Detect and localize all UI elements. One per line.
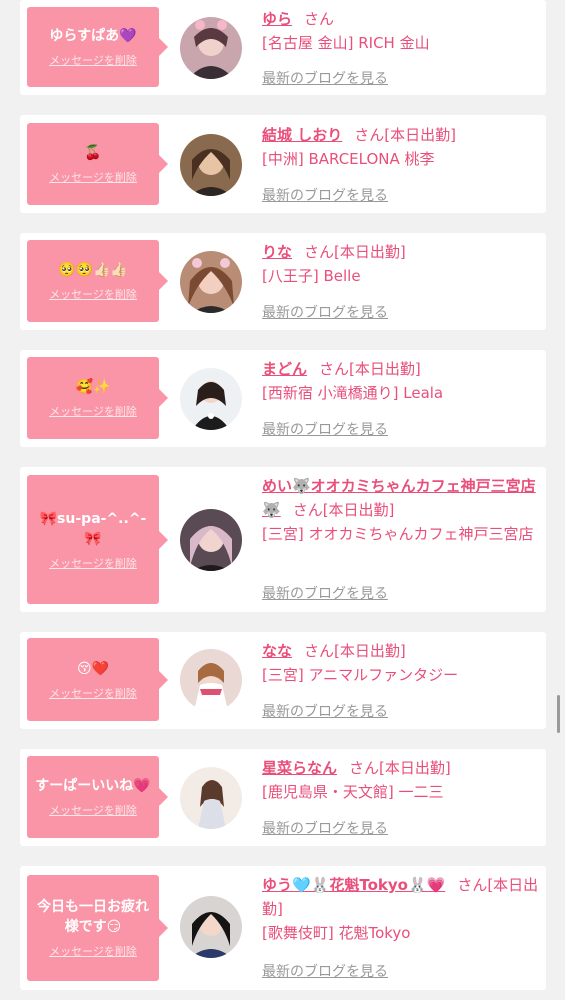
profile-info: なな さん[本日出勤] [三宮] アニマルファンタジー	[262, 639, 540, 687]
message-card: ゆらすぱあ💜 メッセージを削除 ゆら さん [名古屋 金山] RICH 金山 最新…	[20, 0, 546, 95]
message-text: すーぱーいいね💗	[35, 778, 151, 794]
delete-message-link[interactable]: メッセージを削除	[49, 802, 137, 818]
message-card: 🥰✨ メッセージを削除 まどん さん[本日出勤] [西新宿 小滝橋通り] Leal…	[20, 350, 546, 447]
message-card: すーぱーいいね💗 メッセージを削除 星菜らなん さん[本日出勤] [鹿児島県・天文…	[20, 749, 546, 846]
profile-info: ゆら さん [名古屋 金山] RICH 金山	[262, 7, 540, 55]
message-text: 🥰✨	[75, 379, 111, 395]
profile-name-link[interactable]: 結城 しおり	[262, 126, 342, 144]
scrollbar[interactable]	[557, 695, 560, 733]
latest-blog-link[interactable]: 最新のブログを見る	[262, 419, 388, 439]
message-text: 🥺🥺👍🏻👍🏻	[58, 262, 128, 278]
profile-name-link[interactable]: なな	[262, 642, 292, 660]
latest-blog-link[interactable]: 最新のブログを見る	[262, 961, 388, 981]
profile-info: まどん さん[本日出勤] [西新宿 小滝橋通り] Leala	[262, 357, 540, 405]
name-suffix: さん[本日出勤]	[354, 126, 456, 144]
message-card: 😚❤️ メッセージを削除 なな さん[本日出勤] [三宮] アニマルファンタジー …	[20, 632, 546, 729]
profile-name-link[interactable]: りな	[262, 243, 292, 261]
latest-blog-link[interactable]: 最新のブログを見る	[262, 701, 388, 721]
shop-info: [中洲] BARCELONA 桃李	[262, 150, 435, 168]
avatar[interactable]	[180, 509, 242, 571]
profile-name-link[interactable]: ゆう🩵🐰花魁Tokyo🐰💗	[262, 876, 445, 894]
profile-name-link[interactable]: まどん	[262, 360, 307, 378]
profile-info: 結城 しおり さん[本日出勤] [中洲] BARCELONA 桃李	[262, 123, 540, 171]
message-card: 🥺🥺👍🏻👍🏻 メッセージを削除 りな さん[本日出勤] [八王子] Belle 最…	[20, 233, 546, 330]
name-suffix: さん[本日出勤]	[292, 501, 395, 519]
name-suffix: さん[本日出勤]	[304, 243, 406, 261]
name-suffix: さん[本日出勤]	[349, 759, 451, 777]
latest-blog-link[interactable]: 最新のブログを見る	[262, 185, 388, 205]
avatar[interactable]	[180, 17, 242, 79]
avatar[interactable]	[180, 368, 242, 430]
profile-info: りな さん[本日出勤] [八王子] Belle	[262, 240, 540, 288]
shop-info: [三宮] アニマルファンタジー	[262, 666, 459, 684]
avatar[interactable]	[180, 251, 242, 313]
avatar[interactable]	[180, 649, 242, 711]
shop-info: [鹿児島県・天文館] 一二三	[262, 783, 444, 801]
shop-info: [名古屋 金山] RICH 金山	[262, 34, 430, 52]
profile-name-link[interactable]: ゆら	[262, 10, 292, 28]
delete-message-link[interactable]: メッセージを削除	[49, 286, 137, 302]
message-bubble: すーぱーいいね💗 メッセージを削除	[27, 756, 168, 838]
profile-info: 星菜らなん さん[本日出勤] [鹿児島県・天文館] 一二三	[262, 756, 540, 804]
name-suffix: さん[本日出勤]	[304, 642, 406, 660]
profile-info: めい🐺オオカミちゃんカフェ神戸三宮店🐺 さん[本日出勤] [三宮] オオカミちゃん…	[262, 474, 542, 546]
delete-message-link[interactable]: メッセージを削除	[49, 403, 137, 419]
name-suffix: さん	[304, 10, 335, 28]
message-bubble: 😚❤️ メッセージを削除	[27, 638, 168, 721]
message-bubble: 🍒 メッセージを削除	[27, 123, 168, 205]
delete-message-link[interactable]: メッセージを削除	[49, 943, 137, 959]
shop-info: [歌舞伎町] 花魁Tokyo	[262, 924, 411, 942]
latest-blog-link[interactable]: 最新のブログを見る	[262, 583, 388, 603]
message-card: 🍒 メッセージを削除 結城 しおり さん[本日出勤] [中洲] BARCELONA…	[20, 115, 546, 213]
shop-info: [三宮] オオカミちゃんカフェ神戸三宮店	[262, 525, 534, 543]
message-text: 今日も一日お疲れ様です😏	[37, 899, 149, 935]
message-bubble: 🥺🥺👍🏻👍🏻 メッセージを削除	[27, 240, 168, 322]
message-text: 🎀su-pa-^..^-🎀	[39, 510, 147, 547]
shop-info: [八王子] Belle	[262, 267, 361, 285]
profile-name-link[interactable]: 星菜らなん	[262, 759, 337, 777]
message-card: 🎀su-pa-^..^-🎀 メッセージを削除 めい🐺オオカミちゃんカフェ神戸三宮…	[20, 467, 546, 612]
message-card: 今日も一日お疲れ様です😏 メッセージを削除 ゆう🩵🐰花魁Tokyo🐰💗 さん[本日…	[20, 866, 546, 990]
profile-info: ゆう🩵🐰花魁Tokyo🐰💗 さん[本日出勤] [歌舞伎町] 花魁Tokyo	[262, 873, 544, 945]
shop-info: [西新宿 小滝橋通り] Leala	[262, 384, 444, 402]
name-suffix: さん[本日出勤]	[319, 360, 421, 378]
message-bubble: 🎀su-pa-^..^-🎀 メッセージを削除	[27, 475, 168, 604]
latest-blog-link[interactable]: 最新のブログを見る	[262, 302, 388, 322]
message-text: 😚❤️	[76, 660, 110, 677]
delete-message-link[interactable]: メッセージを削除	[49, 685, 137, 701]
avatar[interactable]	[180, 134, 242, 196]
latest-blog-link[interactable]: 最新のブログを見る	[262, 68, 388, 88]
delete-message-link[interactable]: メッセージを削除	[49, 169, 137, 185]
delete-message-link[interactable]: メッセージを削除	[49, 52, 137, 68]
avatar[interactable]	[180, 767, 242, 829]
message-bubble: 🥰✨ メッセージを削除	[27, 357, 168, 439]
message-text: ゆらすぱあ💜	[49, 28, 137, 44]
latest-blog-link[interactable]: 最新のブログを見る	[262, 818, 388, 838]
message-text: 🍒	[84, 145, 102, 161]
message-bubble: 今日も一日お疲れ様です😏 メッセージを削除	[27, 875, 168, 981]
delete-message-link[interactable]: メッセージを削除	[49, 555, 137, 571]
message-bubble: ゆらすぱあ💜 メッセージを削除	[27, 7, 168, 87]
avatar[interactable]	[180, 896, 242, 958]
